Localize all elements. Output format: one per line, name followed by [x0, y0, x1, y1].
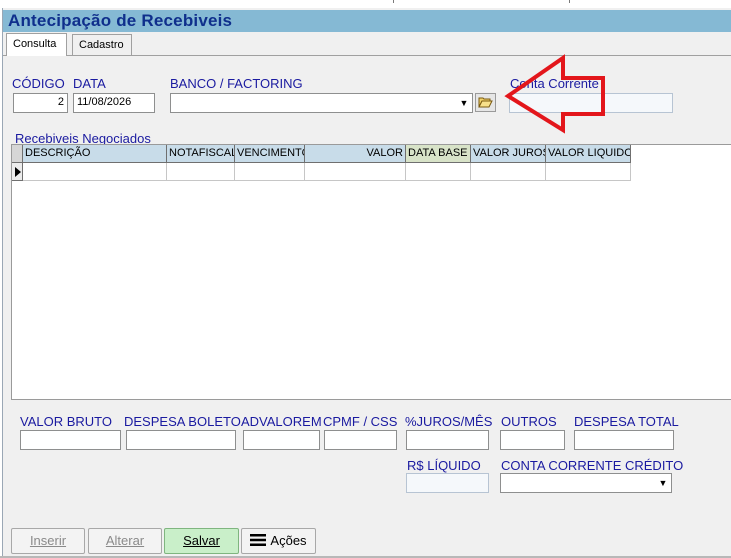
red-arrow-icon — [504, 54, 605, 134]
annotation-arrow — [504, 54, 605, 134]
tab-consulta[interactable]: Consulta — [6, 33, 67, 56]
tab-consulta-label: Consulta — [13, 38, 57, 50]
